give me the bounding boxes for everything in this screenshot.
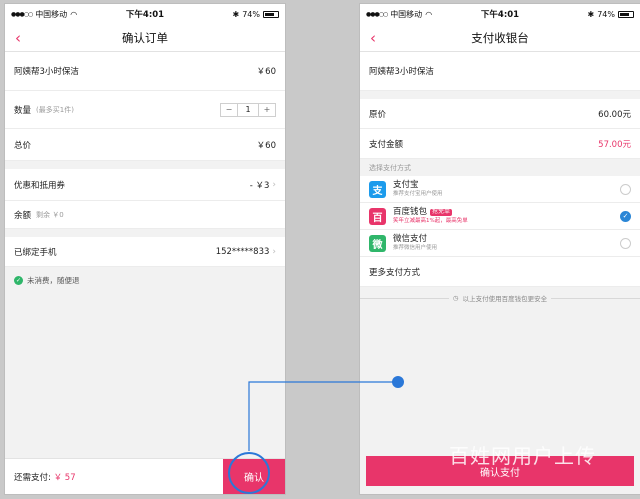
page-title: 支付收银台 (471, 30, 529, 45)
amount-due: 还需支付: ￥ 57 (5, 471, 76, 483)
payment-option-name: 百度钱包 (393, 206, 428, 217)
phone-value: 152*****833 (215, 246, 270, 257)
check-circle-icon: ✓ (14, 276, 23, 285)
payment-option-subtitle: 推荐支付宝用户使用 (393, 190, 443, 197)
pay-amount-row: 支付金额 57.00元 (360, 129, 640, 159)
signal-icon: ●●●○○ (11, 10, 33, 18)
quantity-value[interactable]: 1 (237, 103, 259, 116)
quantity-minus-button[interactable]: − (221, 104, 237, 116)
pay-amount-label: 支付金额 (369, 139, 404, 150)
coupon-label: 优惠和抵用券 (14, 180, 66, 191)
payment-option-baidu-wallet[interactable]: 百 百度钱包 抢免单 笑年立减最高1%起，最高免单 ✓ (360, 203, 640, 230)
product-name: 阿姨帮3小时保洁 (14, 67, 79, 77)
pay-amount-value: 57.00元 (598, 139, 631, 150)
wechat-pay-icon: 微 (369, 234, 386, 252)
signal-icon: ●●●○○ (366, 10, 388, 18)
payment-option-name: 支付宝 (393, 179, 419, 190)
phone-row[interactable]: 已绑定手机 152*****833 › (5, 237, 285, 267)
chevron-right-icon: › (272, 246, 276, 257)
wifi-icon: ◠ (425, 9, 433, 19)
watermark: 百姓网用户上传 (449, 444, 596, 468)
nav-bar: ‹ 确认订单 (5, 24, 285, 52)
battery-percent: 74% (242, 9, 260, 19)
battery-icon (263, 10, 279, 18)
product-row: 阿姨帮3小时保洁 ￥60 (5, 52, 285, 91)
balance-hint: 剩余 ￥0 (36, 210, 64, 219)
more-payment-methods[interactable]: 更多支付方式 (360, 257, 640, 287)
back-chevron-icon[interactable]: ‹ (15, 29, 21, 47)
wifi-icon: ◠ (70, 9, 78, 19)
radio-button[interactable] (620, 183, 631, 195)
left-phone-screen: ●●●○○ 中国移动 ◠ 下午4:01 ✱ 74% ‹ 确认订单 阿姨帮3小时保洁 ￥… (4, 3, 286, 495)
payment-option-name: 微信支付 (393, 233, 428, 244)
status-bar: ●●●○○ 中国移动 ◠ 下午4:01 ✱ 74% (5, 4, 285, 24)
original-price-label: 原价 (369, 109, 387, 120)
quantity-row: 数量 (最多买1件) − 1 + (5, 91, 285, 129)
payment-option-alipay[interactable]: 支 支付宝 推荐支付宝用户使用 (360, 176, 640, 203)
total-row: 总价 ￥60 (5, 129, 285, 161)
bluetooth-icon: ✱ (587, 9, 595, 19)
payment-section-label: 选择支付方式 (369, 164, 411, 172)
payment-option-subtitle: 推荐微信用户使用 (393, 244, 438, 251)
order-product-name: 阿姨帮3小时保洁 (369, 67, 434, 77)
clock-icon: ◷ (452, 294, 459, 302)
battery-icon (618, 10, 634, 18)
carrier-label: 中国移动 (35, 9, 68, 19)
more-payment-methods-label: 更多支付方式 (369, 267, 421, 278)
back-chevron-icon[interactable]: ‹ (370, 29, 376, 47)
security-note: ◷ 以上支付使用百度钱包更安全 (360, 287, 640, 309)
amount-due-label: 还需支付: (14, 472, 54, 483)
balance-row: 余额 剩余 ￥0 (5, 201, 285, 229)
coupon-row[interactable]: 优惠和抵用券 - ￥3 › (5, 169, 285, 201)
product-price: ￥60 (256, 67, 276, 77)
coupon-value: - ￥3 (249, 180, 270, 191)
bottom-bar: 还需支付: ￥ 57 确认 (5, 458, 285, 494)
payment-option-wechat[interactable]: 微 微信支付 推荐微信用户使用 (360, 230, 640, 257)
radio-button-selected[interactable]: ✓ (620, 210, 631, 222)
quantity-label: 数量 (14, 105, 32, 116)
quantity-plus-button[interactable]: + (259, 104, 275, 116)
battery-percent: 74% (597, 9, 615, 19)
total-label: 总价 (14, 140, 32, 151)
order-product-row: 阿姨帮3小时保洁 (360, 52, 640, 91)
status-bar: ●●●○○ 中国移动 ◠ 下午4:01 ✱ 74% (360, 4, 640, 24)
baidu-wallet-icon: 百 (369, 207, 386, 225)
refund-notice-text: 未消费，随便退 (27, 276, 80, 285)
radio-button[interactable] (620, 237, 631, 249)
payment-option-subtitle: 笑年立减最高1%起，最高免单 (393, 217, 468, 224)
bluetooth-icon: ✱ (232, 9, 240, 19)
original-price-row: 原价 60.00元 (360, 99, 640, 129)
carrier-label: 中国移动 (390, 9, 423, 19)
promo-tag: 抢免单 (430, 208, 453, 217)
right-phone-screen: ●●●○○ 中国移动 ◠ 下午4:01 ✱ 74% ‹ 支付收银台 阿姨帮3小时保洁 … (359, 3, 640, 495)
alipay-icon: 支 (369, 180, 386, 198)
balance-label: 余额 (14, 210, 32, 221)
chevron-right-icon: › (272, 179, 276, 190)
phone-label: 已绑定手机 (14, 247, 57, 258)
quantity-hint: (最多买1件) (36, 105, 74, 114)
quantity-stepper[interactable]: − 1 + (220, 102, 276, 117)
page-title: 确认订单 (122, 30, 168, 45)
total-value: ￥60 (256, 140, 276, 151)
original-price-value: 60.00元 (598, 109, 631, 120)
refund-notice: ✓ 未消费，随便退 (5, 267, 285, 294)
nav-bar: ‹ 支付收银台 (360, 24, 640, 52)
security-note-text: 以上支付使用百度钱包更安全 (462, 295, 548, 303)
confirm-button[interactable]: 确认 (223, 459, 285, 494)
amount-due-value: ￥ 57 (53, 472, 76, 483)
